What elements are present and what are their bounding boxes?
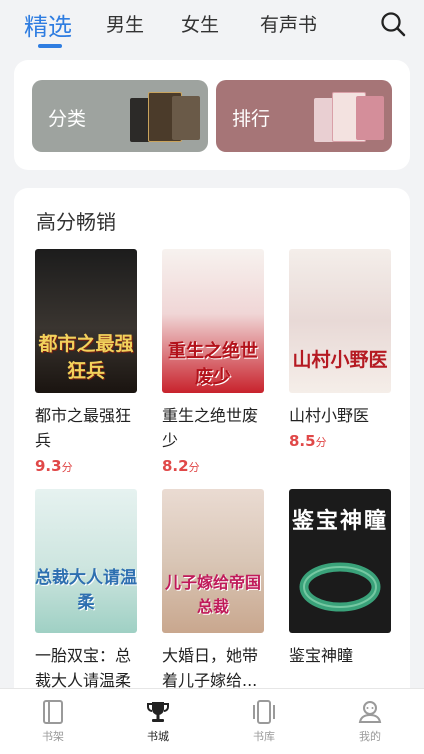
book-score: 8.2分: [162, 457, 200, 475]
book-item[interactable]: 鉴宝神瞳 鉴宝神瞳: [289, 489, 391, 668]
nav-label: 书架: [42, 730, 64, 743]
section-title: 高分畅销: [36, 210, 116, 234]
trophy-icon: [147, 702, 169, 722]
cover-title: 儿子嫁给帝国总裁: [164, 573, 261, 616]
shortcut-card: 分类 排行: [14, 60, 410, 170]
cover-title: 都市之最强狂兵: [38, 333, 134, 382]
book-title: 一胎双宝：总裁大人请温柔: [35, 646, 132, 690]
bookshelf-icon: [43, 700, 63, 724]
nav-label: 书城: [147, 730, 169, 743]
mini-cover: [172, 96, 200, 140]
book-cover: 山村小野医: [289, 249, 391, 393]
tab-male[interactable]: 男生: [106, 10, 144, 37]
book-score: 8.5分: [289, 432, 327, 450]
book-item[interactable]: 都市之最强狂兵 都市之最强狂兵 9.3分: [35, 249, 137, 475]
nav-profile[interactable]: 我的: [340, 699, 400, 744]
profile-icon: [358, 701, 382, 723]
book-item[interactable]: 儿子嫁给帝国总裁 大婚日，她带着儿子嫁给...: [162, 489, 264, 693]
book-title: 鉴宝神瞳: [289, 646, 354, 665]
book-item[interactable]: 山村小野医 山村小野医 8.5分: [289, 249, 391, 450]
cover-title: 总裁大人请温柔: [35, 568, 137, 613]
nav-label: 我的: [359, 730, 381, 743]
book-cover: 鉴宝神瞳: [289, 489, 391, 633]
search-icon[interactable]: [380, 11, 406, 37]
library-icon: [253, 700, 275, 724]
bestseller-section: 高分畅销 都市之最强狂兵 都市之最强狂兵 9.3分 重生之绝世废少 重生之绝世废…: [14, 188, 410, 708]
cover-title: 鉴宝神瞳: [291, 509, 388, 534]
nav-library[interactable]: 书库: [234, 699, 294, 744]
nav-label: 书库: [253, 730, 275, 743]
ranking-button[interactable]: 排行: [216, 80, 392, 152]
category-button[interactable]: 分类: [32, 80, 208, 152]
jade-bracelet-illustration: [299, 562, 381, 612]
book-cover: 重生之绝世废少: [162, 249, 264, 393]
book-title: 山村小野医: [289, 406, 370, 425]
book-title: 大婚日，她带着儿子嫁给...: [162, 646, 259, 690]
tab-featured[interactable]: 精选: [24, 7, 72, 42]
nav-bookstore[interactable]: 书城: [128, 699, 188, 744]
cover-title: 山村小野医: [292, 349, 388, 371]
nav-bookshelf[interactable]: 书架: [23, 699, 83, 744]
book-score: 9.3分: [35, 457, 73, 475]
book-item[interactable]: 重生之绝世废少 重生之绝世废少 8.2分: [162, 249, 264, 475]
book-cover: 总裁大人请温柔: [35, 489, 137, 633]
tab-audiobook[interactable]: 有声书: [260, 10, 317, 37]
active-tab-indicator: [38, 44, 62, 48]
ranking-label: 排行: [232, 108, 271, 130]
category-label: 分类: [48, 108, 87, 130]
book-title: 都市之最强狂兵: [35, 406, 132, 450]
book-cover: 都市之最强狂兵: [35, 249, 137, 393]
book-title: 重生之绝世废少: [162, 406, 259, 450]
cover-title: 重生之绝世废少: [168, 341, 258, 388]
book-cover: 儿子嫁给帝国总裁: [162, 489, 264, 633]
bottom-nav: 书架 书城 书库 我的: [0, 688, 424, 754]
mini-cover: [356, 96, 384, 140]
tab-female[interactable]: 女生: [181, 10, 219, 37]
book-item[interactable]: 总裁大人请温柔 一胎双宝：总裁大人请温柔: [35, 489, 137, 693]
top-nav: 精选 男生 女生 有声书: [0, 0, 424, 58]
